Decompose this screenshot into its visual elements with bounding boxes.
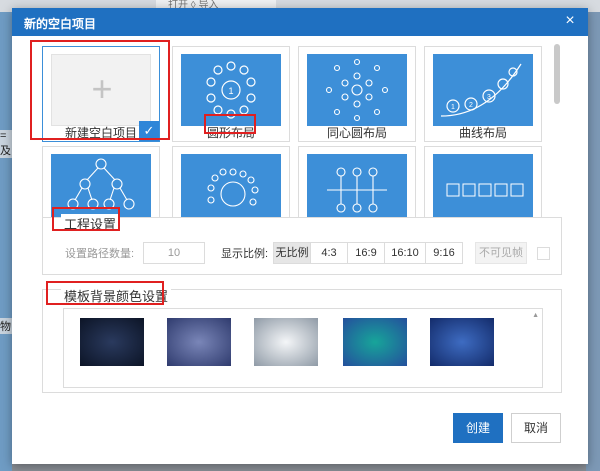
project-settings-section: 工程设置 设置路径数量: 10 显示比例: 无比例 4:3 16:9 16:10… — [42, 214, 562, 275]
ratio-option-none[interactable]: 无比例 — [273, 242, 311, 264]
dialog-titlebar: 新的空白项目 × — [12, 8, 588, 36]
svg-text:1: 1 — [228, 86, 233, 96]
template-scrollbar[interactable] — [554, 44, 560, 104]
new-project-dialog: 新的空白项目 × + 新建空白项目 ✓ 1 圆形布局 同心圆布局 1 2 3 曲… — [12, 8, 588, 464]
timeline-layout-thumbnail — [307, 154, 407, 226]
background-left-text-2: 物 — [0, 318, 12, 334]
spiral-layout-icon — [207, 168, 259, 207]
svg-text:2: 2 — [469, 102, 473, 109]
template-concentric-layout[interactable]: 同心圆布局 — [298, 46, 416, 142]
swatch-slate-blue[interactable] — [167, 318, 231, 366]
concentric-layout-thumbnail — [307, 54, 407, 126]
background-left-panel — [0, 12, 12, 471]
highlight-circle-layout-label — [204, 114, 256, 134]
highlight-blank-project — [30, 40, 170, 140]
ratio-label: 显示比例: — [221, 248, 269, 260]
swatch-royal-blue[interactable] — [430, 318, 494, 366]
svg-text:1: 1 — [451, 104, 455, 111]
concentric-layout-icon — [325, 58, 389, 122]
path-count-label: 设置路径数量: — [65, 248, 135, 260]
dialog-title: 新的空白项目 — [24, 17, 97, 31]
template-label: 曲线布局 — [458, 126, 507, 140]
list-scroll-icon[interactable]: ▲ — [532, 312, 539, 319]
ratio-option-16-9[interactable]: 16:9 — [347, 242, 385, 264]
template-curve-layout[interactable]: 1 2 3 曲线布局 — [424, 46, 542, 142]
swatch-silver-gray[interactable] — [254, 318, 318, 366]
ratio-option-16-10[interactable]: 16:10 — [384, 242, 426, 264]
background-left-text: =及 — [0, 130, 12, 158]
timeline-layout-icon — [327, 167, 387, 213]
highlight-background-settings-title — [46, 281, 164, 305]
template-label: 同心圆布局 — [326, 126, 387, 140]
invisible-frame-checkbox[interactable] — [537, 247, 550, 260]
invisible-frame-button[interactable]: 不可见帧 — [475, 242, 527, 264]
svg-text:3: 3 — [487, 94, 491, 101]
close-icon[interactable]: × — [560, 11, 580, 31]
create-button[interactable]: 创建 — [453, 413, 503, 443]
highlight-project-settings-title — [52, 207, 120, 231]
bracket-layout-icon — [446, 183, 524, 197]
ratio-option-9-16[interactable]: 9:16 — [425, 242, 463, 264]
cancel-button[interactable]: 取消 — [511, 413, 561, 443]
ratio-option-4-3[interactable]: 4:3 — [310, 242, 348, 264]
swatch-dark-navy[interactable] — [80, 318, 144, 366]
swatch-teal-blue[interactable] — [343, 318, 407, 366]
curve-layout-thumbnail: 1 2 3 — [433, 54, 533, 126]
background-swatch-list: ▲ — [63, 308, 543, 388]
bracket-layout-thumbnail — [433, 154, 533, 226]
spiral-layout-thumbnail — [181, 154, 281, 226]
path-count-input[interactable]: 10 — [143, 242, 205, 264]
background-right-panel — [586, 12, 600, 471]
curve-layout-icon: 1 2 3 — [440, 63, 522, 117]
